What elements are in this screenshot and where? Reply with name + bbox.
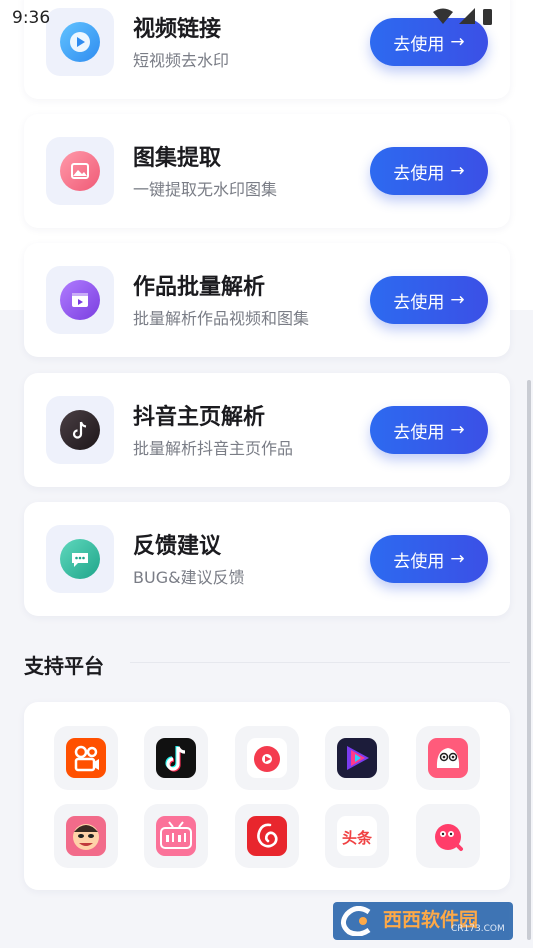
toutiao-logo: 头条 (337, 816, 377, 856)
feature-card-douyin-profile[interactable]: 抖音主页解析 批量解析抖音主页作品 去使用 → (24, 373, 510, 487)
watermark-url: CR173.COM (451, 924, 505, 934)
platform-zuiyou[interactable] (54, 804, 118, 868)
section-divider (130, 662, 510, 663)
battery-icon (483, 9, 492, 25)
watermark: 西西软件园 CR173.COM (333, 902, 513, 940)
feature-icon-box (46, 396, 114, 464)
status-time: 9:36 (12, 8, 51, 28)
platform-haokan[interactable] (325, 726, 389, 790)
use-button[interactable]: 去使用 → (370, 535, 488, 583)
arrow-right-icon: → (450, 161, 465, 181)
platform-kuaishou[interactable] (54, 726, 118, 790)
use-button[interactable]: 去使用 → (370, 147, 488, 195)
feature-subtitle: 批量解析作品视频和图集 (133, 309, 310, 328)
arrow-right-icon: → (450, 290, 465, 310)
feature-icon-box (46, 137, 114, 205)
feature-card-batch[interactable]: 作品批量解析 批量解析作品视频和图集 去使用 → (24, 243, 510, 357)
feature-title: 图集提取 (133, 146, 222, 171)
watermark-logo (341, 906, 371, 936)
platform-douyin[interactable] (144, 726, 208, 790)
chat-icon (60, 539, 100, 579)
bilibili-logo (156, 816, 196, 856)
status-bar: 9:36 (0, 0, 533, 34)
platform-netease-music[interactable] (235, 804, 299, 868)
platform-pipigaoxiao[interactable] (416, 804, 480, 868)
kuaishou-logo (66, 738, 106, 778)
pipixia-logo (428, 738, 468, 778)
wifi-icon (433, 8, 453, 24)
platform-grid: 头条 (24, 702, 510, 890)
use-button[interactable]: 去使用 → (370, 276, 488, 324)
weishi-logo (247, 738, 287, 778)
feature-subtitle: 批量解析抖音主页作品 (133, 439, 294, 458)
feature-title: 抖音主页解析 (133, 405, 266, 430)
use-button-label: 去使用 (393, 292, 445, 313)
platform-bilibili[interactable] (144, 804, 208, 868)
feature-title: 作品批量解析 (133, 275, 266, 300)
feature-card-gallery[interactable]: 图集提取 一键提取无水印图集 去使用 → (24, 114, 510, 228)
feature-icon-box (46, 266, 114, 334)
feature-subtitle: 一键提取无水印图集 (133, 180, 278, 199)
tiktok-icon (60, 410, 100, 450)
status-icons (433, 8, 492, 25)
platform-toutiao[interactable]: 头条 (325, 804, 389, 868)
feature-title: 反馈建议 (133, 534, 222, 559)
haokan-logo (337, 738, 377, 778)
feature-icon-box (46, 525, 114, 593)
zuiyou-logo (66, 816, 106, 856)
feature-card-feedback[interactable]: 反馈建议 BUG&建议反馈 去使用 → (24, 502, 510, 616)
platform-pipixia[interactable] (416, 726, 480, 790)
platform-weishi[interactable] (235, 726, 299, 790)
feature-subtitle: 短视频去水印 (133, 51, 230, 70)
feature-subtitle: BUG&建议反馈 (133, 568, 245, 587)
signal-icon (459, 8, 475, 24)
netease-music-logo (247, 816, 287, 856)
use-button-label: 去使用 (393, 163, 445, 184)
image-icon (60, 151, 100, 191)
section-title: 支持平台 (24, 654, 104, 678)
arrow-right-icon: → (450, 549, 465, 569)
arrow-right-icon: → (450, 420, 465, 440)
svg-text:头条: 头条 (342, 829, 373, 847)
douyin-logo (156, 738, 196, 778)
pipigaoxiao-logo (428, 816, 468, 856)
use-button-label: 去使用 (393, 422, 445, 443)
arrow-right-icon: → (450, 32, 465, 52)
use-button-label: 去使用 (393, 551, 445, 572)
use-button[interactable]: 去使用 → (370, 406, 488, 454)
scrollbar[interactable] (527, 380, 531, 940)
video-icon (60, 280, 100, 320)
